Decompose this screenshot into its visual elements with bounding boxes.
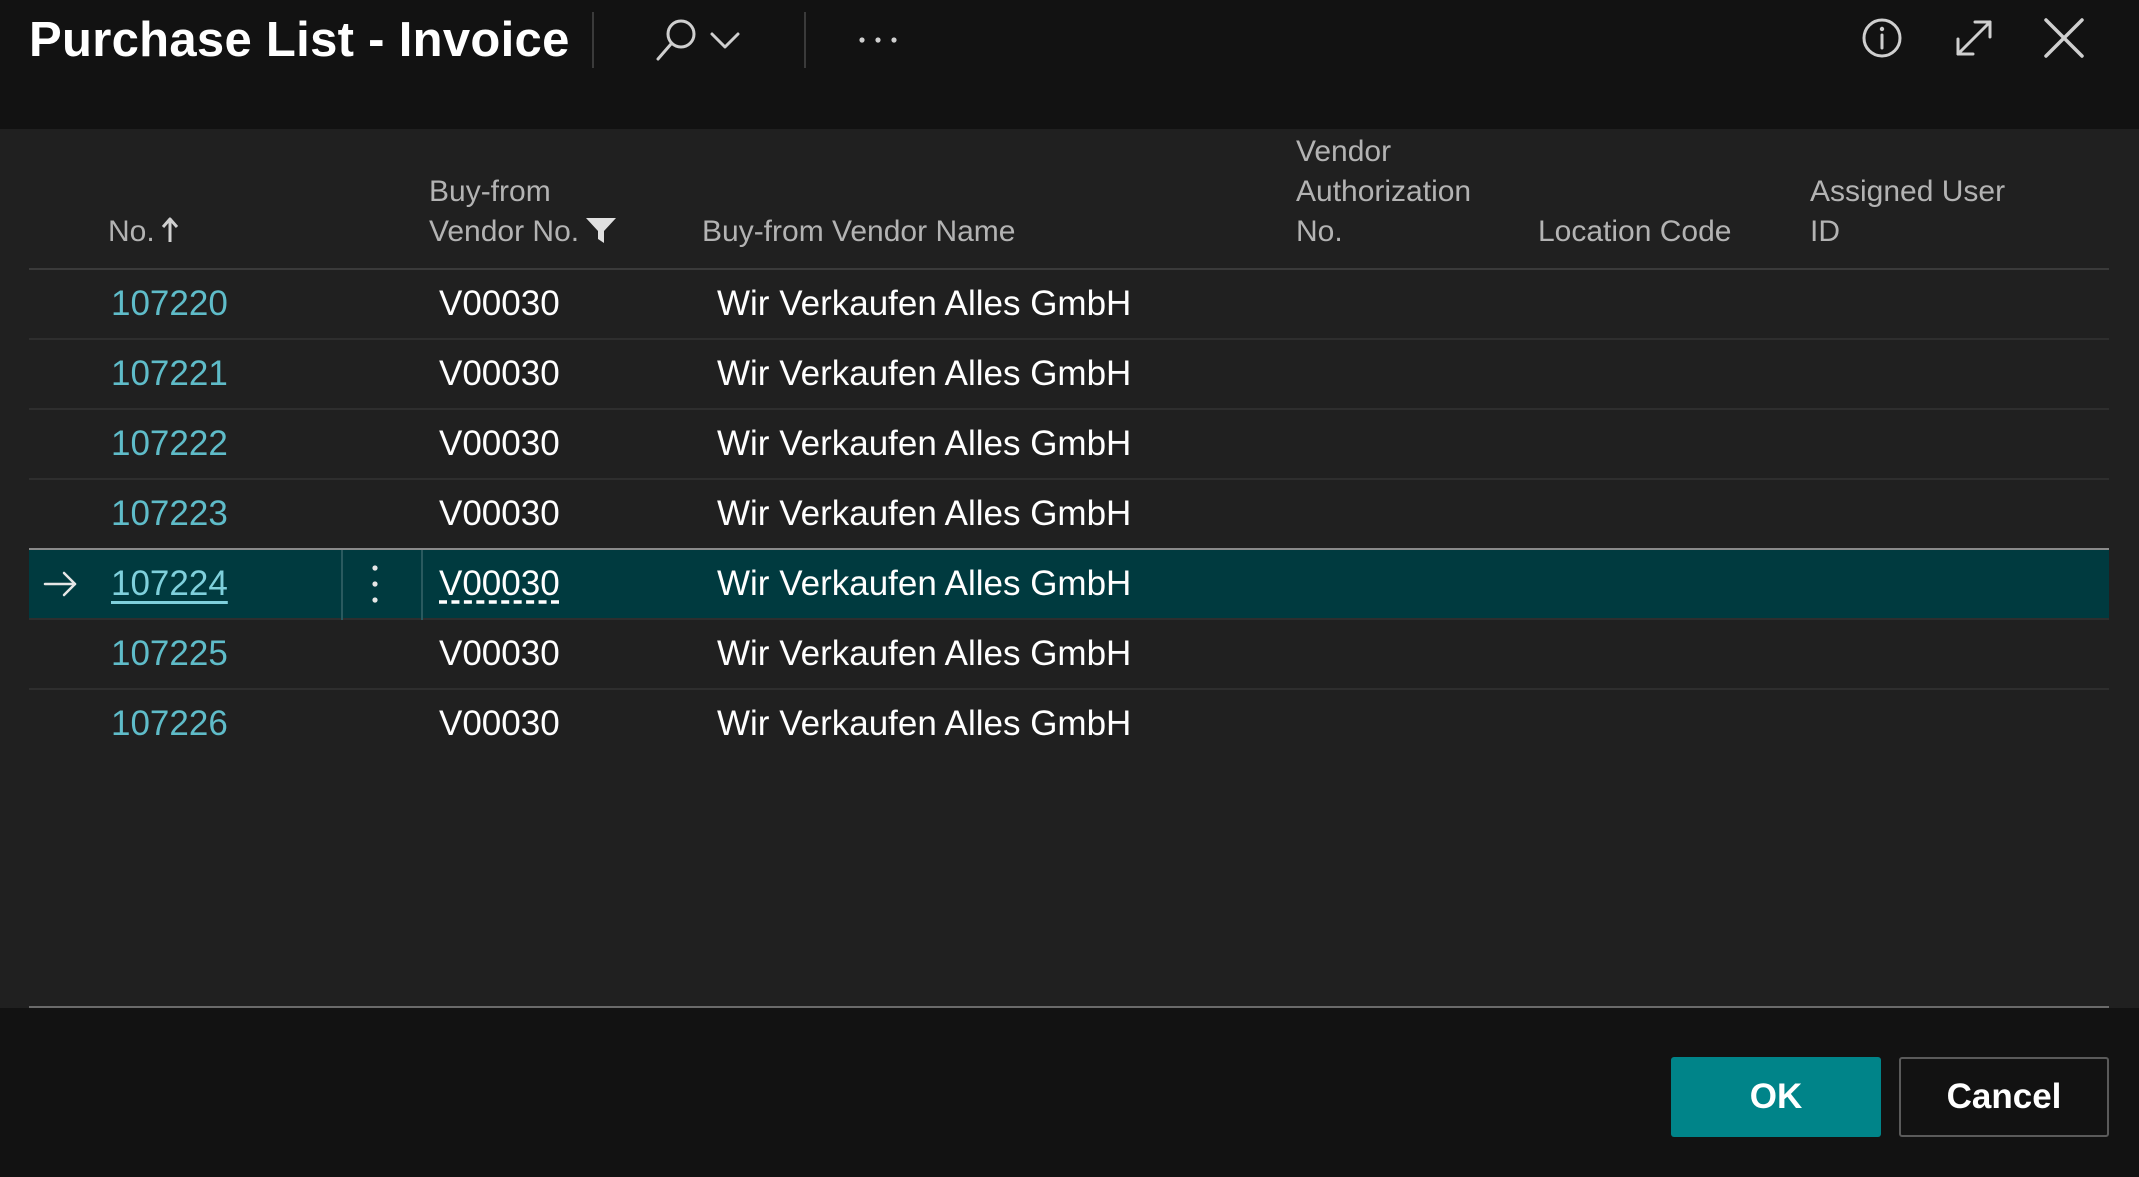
- table-row[interactable]: 107223 V00030 Wir Verkaufen Alles GmbH: [29, 480, 2109, 550]
- row-no-link[interactable]: 107220: [111, 270, 228, 338]
- expand-button[interactable]: [1950, 14, 1998, 62]
- grid-rows: 107220 V00030 Wir Verkaufen Alles GmbH 1…: [29, 270, 2109, 760]
- row-vendor-no[interactable]: V00030: [439, 550, 560, 618]
- column-header-label: Assigned User: [1810, 175, 2006, 208]
- row-vendor-no[interactable]: V00030: [439, 620, 560, 688]
- column-header-label: Buy-from Vendor Name: [702, 215, 1016, 248]
- column-header-label: ID: [1810, 215, 1840, 248]
- close-icon: [2044, 18, 2084, 58]
- more-options-icon: [859, 37, 897, 43]
- purchase-list-dialog: Purchase List - Invoice No. Buy-from Ven…: [0, 0, 2139, 1177]
- toolbar-divider: [804, 12, 806, 68]
- row-no-link[interactable]: 107225: [111, 620, 228, 688]
- row-vendor-no[interactable]: V00030: [439, 690, 560, 758]
- table-row[interactable]: 107226 V00030 Wir Verkaufen Alles GmbH: [29, 690, 2109, 760]
- grid-bottom-divider: [29, 1006, 2109, 1008]
- column-header-label: Authorization: [1296, 175, 1472, 208]
- table-row[interactable]: 107225 V00030 Wir Verkaufen Alles GmbH: [29, 620, 2109, 690]
- toolbar-divider: [592, 12, 594, 68]
- column-header-no[interactable]: No.: [108, 212, 179, 252]
- row-no-link[interactable]: 107221: [111, 340, 228, 408]
- info-icon: [1862, 18, 1902, 58]
- row-no-link[interactable]: 107224: [111, 550, 228, 618]
- row-vendor-name[interactable]: Wir Verkaufen Alles GmbH: [717, 340, 1131, 408]
- cancel-button[interactable]: Cancel: [1899, 1057, 2109, 1137]
- row-vendor-no[interactable]: V00030: [439, 340, 560, 408]
- cell-divider: [421, 550, 423, 620]
- row-vendor-name[interactable]: Wir Verkaufen Alles GmbH: [717, 690, 1131, 758]
- filter-icon: [586, 218, 617, 243]
- row-actions-icon[interactable]: [369, 562, 381, 606]
- ok-button[interactable]: OK: [1671, 1057, 1881, 1137]
- search-button[interactable]: [648, 14, 748, 66]
- row-no-link[interactable]: 107226: [111, 690, 228, 758]
- column-header-label: Vendor No.: [429, 215, 580, 248]
- row-no-link[interactable]: 107223: [111, 480, 228, 548]
- close-button[interactable]: [2040, 14, 2088, 62]
- column-header-label: Location Code: [1538, 215, 1732, 248]
- sort-ascending-icon: [161, 217, 178, 242]
- row-vendor-no[interactable]: V00030: [439, 270, 560, 338]
- row-no-link[interactable]: 107222: [111, 410, 228, 478]
- page-title: Purchase List - Invoice: [29, 13, 570, 67]
- column-header-vendor-name[interactable]: Buy-from Vendor Name: [702, 212, 1015, 252]
- table-row-selected[interactable]: 107224 V00030 Wir Verkaufen Alles GmbH: [29, 548, 2109, 620]
- row-vendor-name[interactable]: Wir Verkaufen Alles GmbH: [717, 550, 1131, 618]
- grid-header: No. Buy-from Vendor No. Buy-from Vendor …: [29, 129, 2109, 270]
- row-vendor-no[interactable]: V00030: [439, 480, 560, 548]
- current-row-arrow-icon: [43, 571, 77, 597]
- column-header-label: No.: [1296, 215, 1343, 248]
- more-options-button[interactable]: [848, 14, 908, 66]
- column-header-label: Buy-from: [429, 175, 551, 208]
- table-row[interactable]: 107220 V00030 Wir Verkaufen Alles GmbH: [29, 270, 2109, 340]
- row-vendor-name[interactable]: Wir Verkaufen Alles GmbH: [717, 270, 1131, 338]
- row-vendor-name[interactable]: Wir Verkaufen Alles GmbH: [717, 620, 1131, 688]
- column-header-assigned-user-id[interactable]: Assigned User ID: [1810, 172, 2005, 252]
- table-row[interactable]: 107222 V00030 Wir Verkaufen Alles GmbH: [29, 410, 2109, 480]
- purchase-list-grid: No. Buy-from Vendor No. Buy-from Vendor …: [0, 129, 2139, 1008]
- column-header-label: Vendor: [1296, 135, 1392, 168]
- column-header-vendor-no[interactable]: Buy-from Vendor No.: [429, 172, 617, 252]
- row-vendor-name[interactable]: Wir Verkaufen Alles GmbH: [717, 410, 1131, 478]
- cell-divider: [341, 550, 343, 620]
- expand-icon: [1956, 20, 1992, 56]
- table-row[interactable]: 107221 V00030 Wir Verkaufen Alles GmbH: [29, 340, 2109, 410]
- row-vendor-name[interactable]: Wir Verkaufen Alles GmbH: [717, 480, 1131, 548]
- chevron-down-icon: [710, 32, 740, 49]
- column-header-label: No.: [108, 215, 155, 248]
- title-bar: Purchase List - Invoice: [0, 0, 2139, 129]
- column-header-location-code[interactable]: Location Code: [1538, 212, 1731, 252]
- column-header-vendor-authorization-no[interactable]: Vendor Authorization No.: [1296, 132, 1471, 252]
- info-button[interactable]: [1858, 14, 1906, 62]
- search-icon: [656, 19, 696, 61]
- row-vendor-no[interactable]: V00030: [439, 410, 560, 478]
